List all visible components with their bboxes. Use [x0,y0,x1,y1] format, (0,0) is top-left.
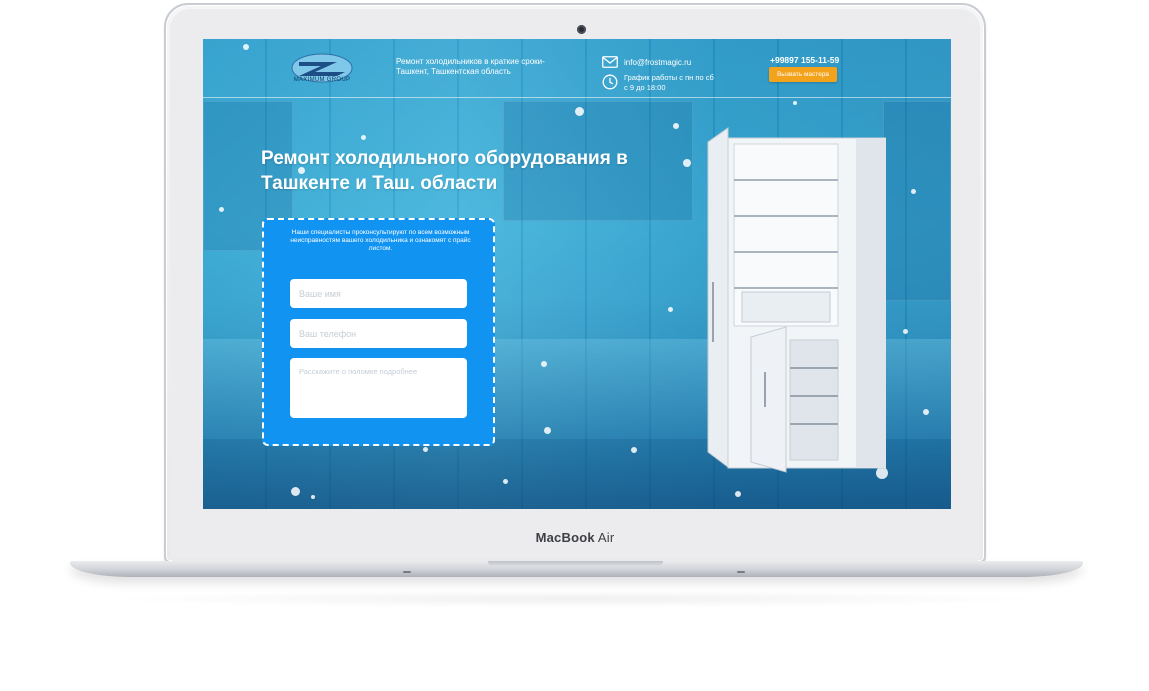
camera-icon [577,25,586,34]
call-master-button[interactable]: Вызвать мастера [769,67,837,82]
work-schedule: График работы с пн по сб с 9 до 18:00 [624,73,714,92]
laptop-shadow [100,590,1050,608]
snowflake [423,447,428,452]
logo-text: MAXIMUM GROUP [293,77,351,83]
hero-title: Ремонт холодильного оборудования в Ташке… [261,148,628,194]
snowflake [923,409,929,415]
refrigerator-image [707,127,886,473]
laptop-brand: MacBook Air [170,530,980,545]
envelope-icon [602,56,618,68]
phone-link[interactable]: +99897 155-11-59 [770,55,839,65]
snowflake [631,447,637,453]
laptop-base-dot-left [403,571,411,573]
name-input[interactable] [290,279,467,308]
brand-regular: Air [597,530,615,545]
kitchen-cabinet [883,101,951,301]
snowflake [503,479,508,484]
snowflake [735,491,741,497]
snowflake [544,427,551,434]
snowflake [668,307,673,312]
consultation-form: Наши специалисты проконсультируют по все… [262,218,495,446]
clock-icon [602,74,618,90]
header-tagline: Ремонт холодильников в краткие сроки- Та… [396,57,545,76]
snowflake [575,107,584,116]
laptop-base-dot-right [737,571,745,573]
laptop-screen: MAXIMUM GROUP Ремонт холодильников в кра… [203,39,951,509]
header-divider [203,97,951,98]
snowflake [793,101,797,105]
brand-bold: MacBook [535,530,595,545]
snowflake [361,135,366,140]
message-textarea[interactable] [290,358,467,418]
snowflake [219,207,224,212]
company-logo[interactable] [277,50,367,90]
snowflake [541,361,547,367]
phone-input[interactable] [290,319,467,348]
form-description: Наши специалисты проконсультируют по все… [290,229,471,252]
snowflake [903,329,908,334]
snowflake [243,44,249,50]
snowflake [311,495,315,499]
snowflake [683,159,691,167]
snowflake [911,189,916,194]
snowflake [291,487,300,496]
snowflake [673,123,679,129]
laptop-base-notch [488,561,663,567]
email-link[interactable]: info@frostmagic.ru [624,58,691,67]
